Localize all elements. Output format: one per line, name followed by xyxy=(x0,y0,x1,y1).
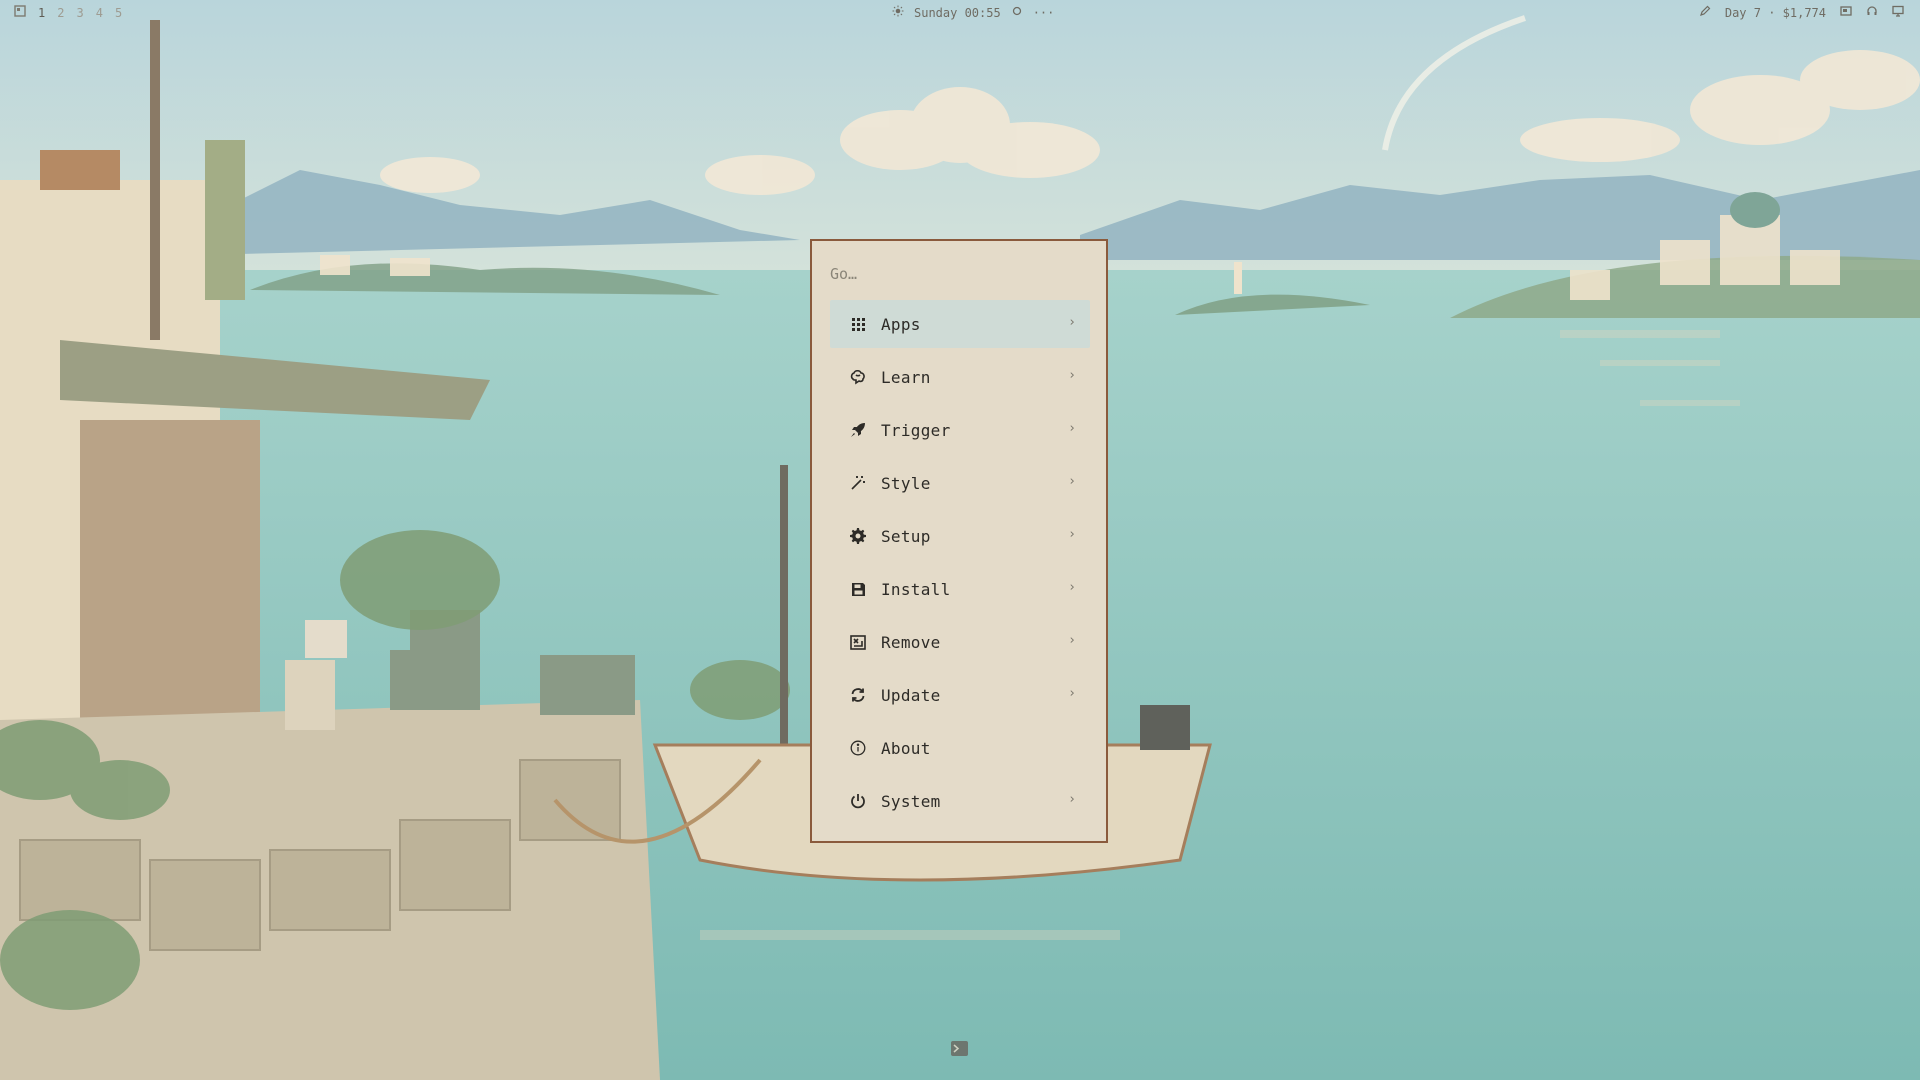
chevron-right-icon: › xyxy=(1068,792,1076,807)
menu-item-update[interactable]: Update › xyxy=(830,671,1090,719)
chevron-right-icon: › xyxy=(1068,421,1076,436)
display-icon[interactable] xyxy=(1892,5,1904,20)
remove-box-icon xyxy=(850,634,866,650)
search-input[interactable] xyxy=(830,265,1080,283)
chevron-right-icon: › xyxy=(1068,686,1076,701)
chevron-right-icon: › xyxy=(1068,527,1076,542)
menu-item-trigger[interactable]: Trigger › xyxy=(830,406,1090,454)
chevron-right-icon: › xyxy=(1068,474,1076,489)
chevron-right-icon: › xyxy=(1068,633,1076,648)
menu-item-style[interactable]: Style › xyxy=(830,459,1090,507)
pencil-icon[interactable] xyxy=(1699,5,1711,20)
magic-wand-icon xyxy=(850,475,866,491)
weather-icon[interactable] xyxy=(892,5,904,20)
workspace-switcher: 1 2 3 4 5 xyxy=(14,5,122,20)
menu-item-label: Style xyxy=(881,473,931,493)
brain-icon xyxy=(850,369,866,385)
menu-list: Apps › Learn › Trigger › Style › Setup ›… xyxy=(830,300,1090,830)
workspace-2[interactable]: 2 xyxy=(57,6,64,20)
workspace-switcher-icon[interactable] xyxy=(14,5,26,20)
desktop: 1 2 3 4 5 Sunday 00:55 ··· Day 7 · $1,77… xyxy=(0,0,1920,1080)
chevron-right-icon: › xyxy=(1068,315,1076,330)
floppy-icon xyxy=(850,581,866,597)
record-icon[interactable] xyxy=(1011,5,1023,20)
workspace-1[interactable]: 1 xyxy=(38,6,45,20)
gear-icon xyxy=(850,528,866,544)
chevron-right-icon: › xyxy=(1068,580,1076,595)
status-text[interactable]: Day 7 · $1,774 xyxy=(1725,6,1826,20)
headphones-icon[interactable] xyxy=(1866,5,1878,20)
grid-icon xyxy=(850,316,866,332)
menu-item-label: System xyxy=(881,791,941,811)
clock-area: Sunday 00:55 ··· xyxy=(892,5,1054,20)
chevron-right-icon: › xyxy=(1068,368,1076,383)
menu-item-label: Update xyxy=(881,685,941,705)
clock[interactable]: Sunday 00:55 xyxy=(914,6,1001,20)
overflow-menu[interactable]: ··· xyxy=(1033,6,1055,20)
terminal-icon[interactable] xyxy=(951,1041,968,1056)
workspace-4[interactable]: 4 xyxy=(96,6,103,20)
menu-item-label: Learn xyxy=(881,367,931,387)
menu-item-learn[interactable]: Learn › xyxy=(830,353,1090,401)
system-tray: Day 7 · $1,774 xyxy=(1699,5,1904,20)
top-bar: 1 2 3 4 5 Sunday 00:55 ··· Day 7 · $1,77… xyxy=(0,0,1920,26)
workspace-5[interactable]: 5 xyxy=(115,6,122,20)
menu-item-label: Install xyxy=(881,579,951,599)
menu-item-label: Setup xyxy=(881,526,931,546)
menu-item-system[interactable]: System › xyxy=(830,777,1090,825)
refresh-icon xyxy=(850,687,866,703)
menu-item-remove[interactable]: Remove › xyxy=(830,618,1090,666)
menu-item-about[interactable]: About xyxy=(830,724,1090,772)
menu-item-label: Remove xyxy=(881,632,941,652)
menu-item-apps[interactable]: Apps › xyxy=(830,300,1090,348)
rocket-icon xyxy=(850,422,866,438)
menu-item-label: Apps xyxy=(881,314,921,334)
menu-item-install[interactable]: Install › xyxy=(830,565,1090,613)
launcher-menu: Apps › Learn › xyxy=(810,239,1108,843)
menu-item-setup[interactable]: Setup › xyxy=(830,512,1090,560)
info-icon xyxy=(850,740,866,756)
power-icon xyxy=(850,793,866,809)
screen-icon[interactable] xyxy=(1840,5,1852,20)
workspace-3[interactable]: 3 xyxy=(76,6,83,20)
menu-item-label: Trigger xyxy=(881,420,951,440)
menu-item-label: About xyxy=(881,738,931,758)
